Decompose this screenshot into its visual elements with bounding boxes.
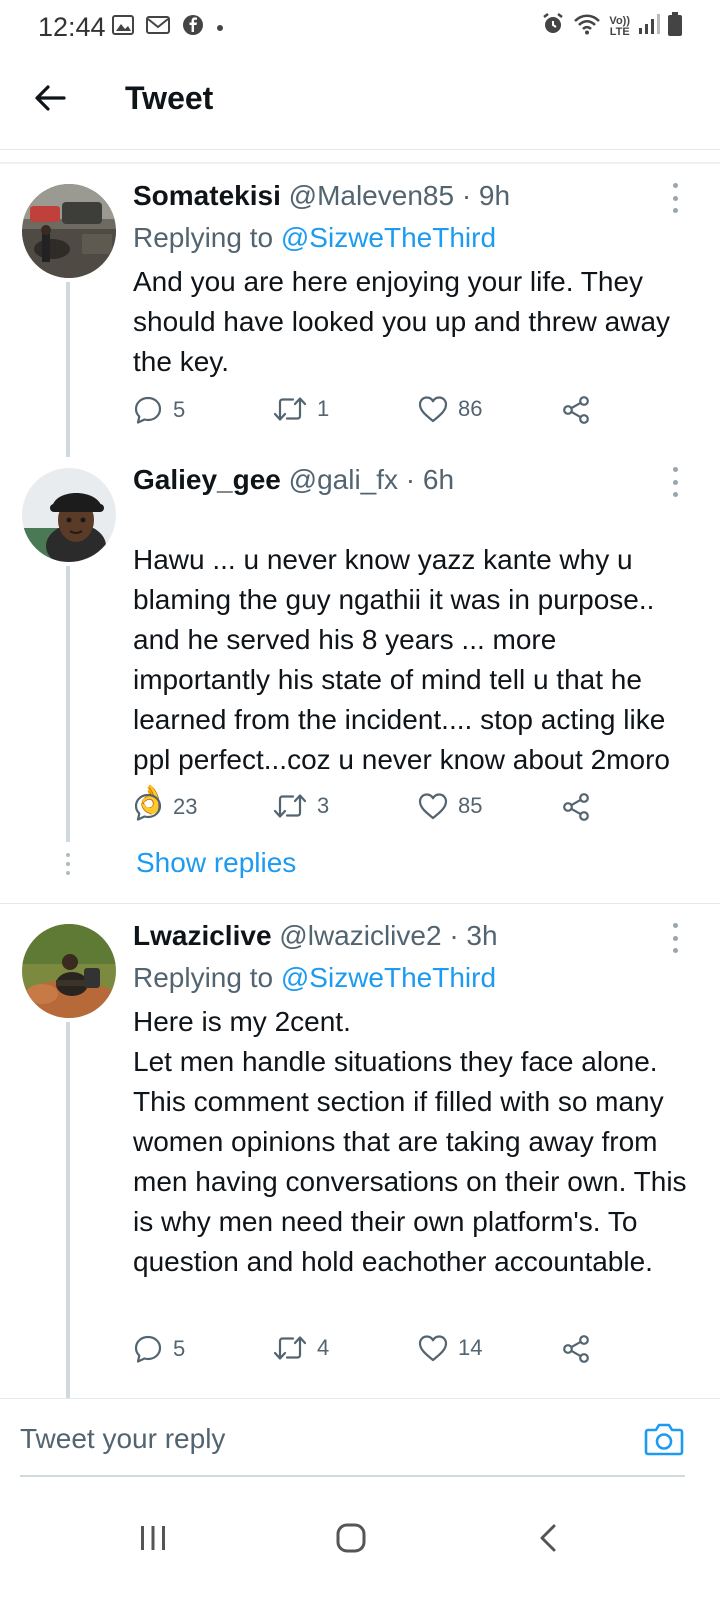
home-icon bbox=[336, 1523, 366, 1553]
tweet-header: Lwaziclive @lwaziclive2 · 3h bbox=[133, 920, 498, 952]
like-count: 14 bbox=[458, 1335, 483, 1360]
display-name[interactable]: Somatekisi bbox=[133, 180, 281, 211]
divider bbox=[0, 162, 720, 164]
retweet-icon bbox=[273, 397, 307, 421]
more-options-icon[interactable] bbox=[668, 467, 682, 497]
divider bbox=[0, 903, 720, 904]
tweet-actions: 5 1 86 bbox=[133, 395, 603, 431]
handle-and-time: @gali_fx · 6h bbox=[288, 464, 455, 495]
heart-icon bbox=[418, 793, 448, 820]
share-icon bbox=[563, 1335, 589, 1363]
like-button[interactable]: 86 bbox=[418, 395, 482, 423]
mention-link[interactable]: @SizweTheThird bbox=[281, 962, 496, 993]
dot-icon bbox=[216, 19, 224, 37]
reply-input[interactable] bbox=[20, 1417, 600, 1461]
camera-icon bbox=[644, 1423, 684, 1456]
avatar[interactable] bbox=[22, 924, 116, 1018]
thread-line bbox=[66, 566, 70, 842]
system-nav-bar bbox=[0, 1480, 720, 1600]
share-button[interactable] bbox=[561, 792, 591, 822]
replying-to: Replying to @SizweTheThird bbox=[133, 962, 497, 993]
facebook-icon bbox=[182, 14, 204, 41]
page-title: Tweet bbox=[125, 80, 214, 116]
like-count: 86 bbox=[458, 396, 483, 421]
recent-apps-icon bbox=[141, 1526, 165, 1550]
share-button[interactable] bbox=[561, 1334, 591, 1364]
home-button[interactable] bbox=[321, 1508, 381, 1568]
share-icon bbox=[563, 396, 589, 424]
handle-and-time: @lwaziclive2 · 3h bbox=[279, 920, 498, 951]
reply-icon bbox=[134, 396, 162, 424]
recent-apps-button[interactable] bbox=[123, 1508, 183, 1568]
retweet-count: 3 bbox=[317, 793, 330, 818]
battery-icon bbox=[668, 12, 682, 41]
reply-composer bbox=[0, 1398, 720, 1480]
more-options-icon[interactable] bbox=[668, 183, 682, 213]
app-header: Tweet bbox=[0, 54, 720, 150]
back-chevron-icon bbox=[540, 1524, 556, 1552]
wifi-icon bbox=[573, 13, 601, 40]
reply-count: 5 bbox=[173, 1336, 186, 1361]
tweet-actions: 5 4 14 bbox=[133, 1334, 603, 1370]
composer-underline bbox=[20, 1475, 685, 1477]
reply-count: 5 bbox=[173, 397, 186, 422]
tweet-text: Here is my 2cent. Let men handle situati… bbox=[133, 1006, 687, 1277]
thread-continuation-dots bbox=[64, 853, 72, 875]
reply-count: 23 bbox=[173, 794, 198, 819]
back-button[interactable] bbox=[28, 76, 72, 120]
like-count: 85 bbox=[458, 793, 483, 818]
thread-line bbox=[66, 1022, 70, 1398]
show-replies-link[interactable]: Show replies bbox=[136, 847, 296, 879]
like-button[interactable]: 85 bbox=[418, 792, 482, 820]
system-icons: Vo)) LTE bbox=[541, 12, 682, 41]
retweet-count: 1 bbox=[317, 396, 330, 421]
retweet-button[interactable]: 4 bbox=[273, 1334, 329, 1362]
tweet-header: Somatekisi @Maleven85 · 9h bbox=[133, 180, 510, 212]
tweet-text: And you are here enjoying your life. The… bbox=[133, 266, 671, 377]
more-options-icon[interactable] bbox=[668, 923, 682, 953]
reply-icon bbox=[134, 793, 162, 821]
tweet-actions: 23 3 85 bbox=[133, 792, 603, 828]
retweet-count: 4 bbox=[317, 1335, 330, 1360]
back-arrow-icon bbox=[35, 85, 66, 111]
reply-button[interactable]: 23 bbox=[133, 792, 197, 822]
camera-button[interactable] bbox=[644, 1421, 684, 1459]
gallery-icon bbox=[112, 15, 134, 40]
reply-button[interactable]: 5 bbox=[133, 1334, 185, 1364]
reply-button[interactable]: 5 bbox=[133, 395, 185, 425]
signal-icon bbox=[638, 13, 660, 40]
status-bar: 12:44 Vo)) LTE bbox=[0, 0, 720, 54]
reply-icon bbox=[134, 1335, 162, 1363]
share-icon bbox=[563, 793, 589, 821]
like-button[interactable]: 14 bbox=[418, 1334, 482, 1362]
thread-line bbox=[66, 282, 70, 457]
retweet-icon bbox=[273, 1336, 307, 1360]
mention-link[interactable]: @SizweTheThird bbox=[281, 222, 496, 253]
retweet-button[interactable]: 1 bbox=[273, 395, 329, 423]
display-name[interactable]: Lwaziclive bbox=[133, 920, 272, 951]
avatar[interactable] bbox=[22, 468, 116, 562]
share-button[interactable] bbox=[561, 395, 591, 425]
retweet-icon bbox=[273, 794, 307, 818]
display-name[interactable]: Galiey_gee bbox=[133, 464, 281, 495]
avatar[interactable] bbox=[22, 184, 116, 278]
heart-icon bbox=[418, 1335, 448, 1362]
volte-icon: Vo)) LTE bbox=[609, 14, 630, 38]
tweet-header: Galiey_gee @gali_fx · 6h bbox=[133, 464, 454, 496]
replying-to: Replying to @SizweTheThird bbox=[133, 222, 497, 253]
notification-icons bbox=[112, 14, 224, 41]
status-time: 12:44 bbox=[38, 12, 106, 42]
back-nav-button[interactable] bbox=[518, 1508, 578, 1568]
retweet-button[interactable]: 3 bbox=[273, 792, 329, 820]
tweet-text: Hawu ... u never know yazz kante why u b… bbox=[133, 544, 670, 816]
handle-and-time: @Maleven85 · 9h bbox=[288, 180, 511, 211]
alarm-icon bbox=[541, 12, 565, 41]
heart-icon bbox=[418, 396, 448, 423]
gmail-icon bbox=[146, 15, 170, 40]
